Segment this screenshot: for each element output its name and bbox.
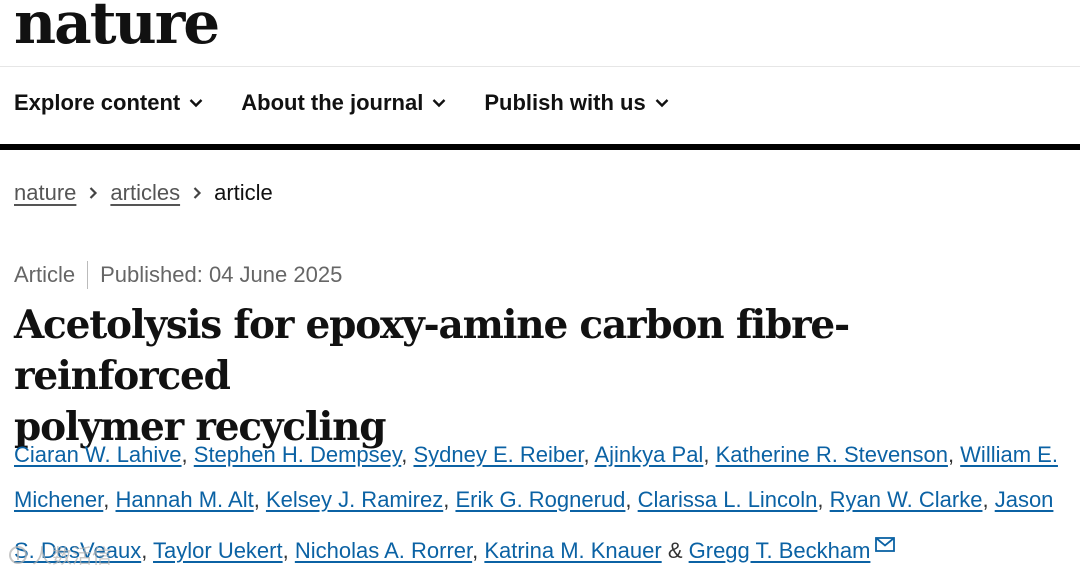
author-link[interactable]: Taylor Uekert xyxy=(153,538,283,563)
author-link[interactable]: Kelsey J. Ramirez xyxy=(266,487,443,512)
article-type: Article xyxy=(14,262,76,287)
nav-about-the-journal[interactable]: About the journal xyxy=(241,90,446,116)
breadcrumb-nature[interactable]: nature xyxy=(14,180,76,206)
mail-icon[interactable] xyxy=(875,522,896,567)
nav-explore-content[interactable]: Explore content xyxy=(14,90,203,116)
meta-divider xyxy=(87,261,89,289)
nature-logo[interactable]: nature xyxy=(14,0,220,52)
chevron-down-icon xyxy=(189,99,203,108)
article-title: Acetolysis for epoxy-amine carbon fibre-… xyxy=(14,300,1064,453)
author-link[interactable]: Clarissa L. Lincoln xyxy=(638,487,818,512)
author-link-corresponding[interactable]: Gregg T. Beckham xyxy=(689,538,871,563)
nav-publish-with-us-label: Publish with us xyxy=(484,90,646,115)
nav-about-the-journal-label: About the journal xyxy=(241,90,424,115)
article-meta: Article Published: 04 June 2025 xyxy=(14,261,342,289)
nav-explore-content-label: Explore content xyxy=(14,90,181,115)
chevron-right-icon xyxy=(192,186,202,200)
chevron-down-icon xyxy=(655,99,669,108)
author-ampersand: & xyxy=(667,538,683,563)
watermark-text: 人数活信 xyxy=(32,546,112,568)
author-list: Ciaran W. Lahive, Stephen H. Dempsey, Sy… xyxy=(14,432,1074,573)
article-title-line-1: Acetolysis for epoxy-amine carbon fibre-… xyxy=(14,302,850,399)
watermark: 人数活信 xyxy=(8,540,112,569)
nav-bottom-bar xyxy=(0,144,1080,150)
author-link[interactable]: Hannah M. Alt xyxy=(116,487,254,512)
published-date: Published: 04 June 2025 xyxy=(100,262,343,287)
author-link[interactable]: Stephen H. Dempsey xyxy=(194,442,401,467)
author-link[interactable]: Ajinkya Pal xyxy=(594,442,703,467)
author-link[interactable]: Katrina M. Knauer xyxy=(484,538,661,563)
breadcrumb-articles[interactable]: articles xyxy=(110,180,180,206)
author-link[interactable]: Nicholas A. Rorrer xyxy=(295,538,472,563)
author-link[interactable]: Erik G. Rognerud xyxy=(455,487,625,512)
author-link[interactable]: Katherine R. Stevenson xyxy=(716,442,948,467)
breadcrumb-current: article xyxy=(214,180,273,205)
main-nav: Explore content About the journal Publis… xyxy=(14,90,707,116)
chevron-right-icon xyxy=(88,186,98,200)
nav-publish-with-us[interactable]: Publish with us xyxy=(484,90,669,116)
author-link[interactable]: Sydney E. Reiber xyxy=(413,442,583,467)
chevron-down-icon xyxy=(432,99,446,108)
author-link[interactable]: Ryan W. Clarke xyxy=(830,487,983,512)
header-divider xyxy=(0,66,1080,67)
author-link[interactable]: Ciaran W. Lahive xyxy=(14,442,182,467)
watermark-logo-icon xyxy=(9,545,27,564)
breadcrumb: nature articles article xyxy=(14,180,273,206)
